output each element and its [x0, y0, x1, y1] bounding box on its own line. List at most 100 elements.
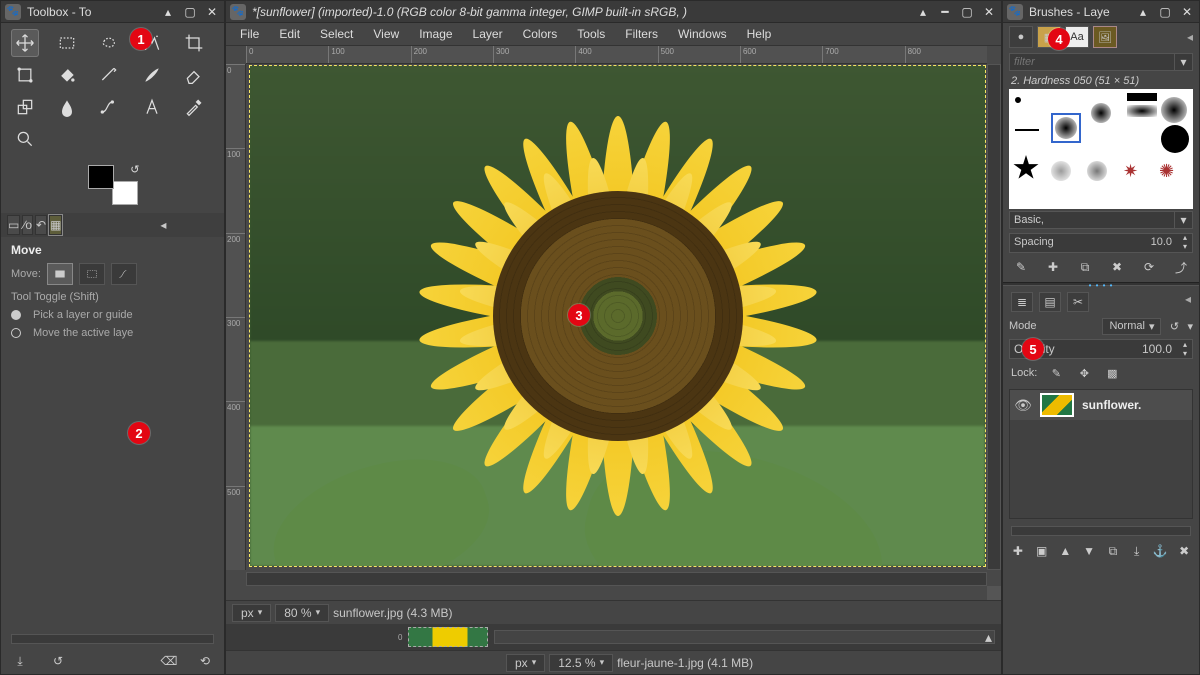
units-dropdown[interactable]: px▾: [232, 604, 271, 622]
eraser-tool[interactable]: [180, 61, 208, 89]
rollup-icon[interactable]: ▴: [915, 4, 931, 20]
delete-brush-icon[interactable]: ✖: [1107, 258, 1127, 276]
menu-windows[interactable]: Windows: [670, 25, 735, 43]
brush-grid[interactable]: ✷ ✺: [1009, 89, 1193, 209]
layers-tab-menu-icon[interactable]: ◂: [1185, 292, 1191, 312]
layer-list[interactable]: 👁 sunflower.: [1009, 389, 1193, 519]
units-dropdown-2[interactable]: px▾: [506, 654, 545, 672]
spacing-down[interactable]: ▾: [1178, 243, 1192, 252]
tab-device-status[interactable]: ∕o: [22, 215, 33, 235]
gradient-tool[interactable]: [95, 61, 123, 89]
toolbox-titlebar[interactable]: 🐾 Toolbox - To ▴ ▢ ✕: [1, 1, 224, 23]
zoom-dropdown[interactable]: 80 %▾: [275, 604, 329, 622]
swap-colors-icon[interactable]: ↺: [130, 163, 139, 176]
rollup-icon[interactable]: ▴: [160, 4, 176, 20]
menu-image[interactable]: Image: [411, 25, 460, 43]
zoom-tool[interactable]: [11, 125, 39, 153]
path-tool[interactable]: [95, 93, 123, 121]
zoom-dropdown-2[interactable]: 12.5 %▾: [549, 654, 613, 672]
text-tool[interactable]: [138, 93, 166, 121]
move-mode-path[interactable]: [111, 263, 137, 285]
transform-tool[interactable]: [11, 61, 39, 89]
menu-view[interactable]: View: [365, 25, 407, 43]
close-icon[interactable]: ✕: [981, 4, 997, 20]
canvas-area[interactable]: 0 100 200 300 400 500 600 700 800 0 100 …: [226, 46, 1001, 600]
color-picker-tool[interactable]: [180, 93, 208, 121]
image-titlebar[interactable]: 🐾 *[sunflower] (imported)-1.0 (RGB color…: [226, 1, 1001, 23]
brushes-titlebar[interactable]: 🐾 Brushes - Laye ▴ ▢ ✕: [1003, 1, 1199, 23]
color-swatches[interactable]: ↺: [88, 165, 138, 205]
scroll-arrow-icon[interactable]: ▴: [985, 629, 992, 646]
tab-menu-icon[interactable]: ◂: [1187, 30, 1193, 44]
rollup-icon[interactable]: ▴: [1135, 4, 1151, 20]
tab-images[interactable]: ▦: [49, 215, 62, 235]
menu-file[interactable]: File: [232, 25, 267, 43]
menu-layer[interactable]: Layer: [465, 25, 511, 43]
layer-thumbnail[interactable]: [1040, 393, 1074, 417]
move-mode-layer[interactable]: [47, 263, 73, 285]
lower-layer-icon[interactable]: ▼: [1080, 542, 1098, 560]
menu-help[interactable]: Help: [739, 25, 780, 43]
delete-layer-icon[interactable]: ✖: [1175, 542, 1193, 560]
bg-color-swatch[interactable]: [112, 181, 138, 205]
fg-color-swatch[interactable]: [88, 165, 114, 189]
preset-dropdown-icon[interactable]: ▾: [1175, 211, 1193, 229]
dock-separator[interactable]: • • • •: [1003, 282, 1199, 286]
layer-name[interactable]: sunflower.: [1082, 398, 1141, 412]
mode-reset-icon[interactable]: ↺: [1165, 317, 1183, 335]
brush-filter-input[interactable]: [1009, 53, 1175, 71]
layer-visibility-icon[interactable]: 👁: [1014, 397, 1032, 414]
refresh-brushes-icon[interactable]: ⟳: [1139, 258, 1159, 276]
menu-select[interactable]: Select: [312, 25, 361, 43]
canvas-v-scrollbar[interactable]: [987, 64, 1001, 570]
new-layer-icon[interactable]: ✚: [1009, 542, 1027, 560]
lock-position-icon[interactable]: ✥: [1075, 364, 1093, 382]
menu-edit[interactable]: Edit: [271, 25, 308, 43]
delete-options-icon[interactable]: ⌫: [160, 652, 178, 670]
lock-alpha-icon[interactable]: ▩: [1103, 364, 1121, 382]
new-layer-group-icon[interactable]: ▣: [1033, 542, 1051, 560]
opacity-up[interactable]: ▴: [1178, 340, 1192, 349]
ruler-vertical[interactable]: 0 100 200 300 400 500: [226, 64, 246, 570]
brush-preset-select[interactable]: Basic,: [1009, 211, 1175, 229]
open-brush-as-image-icon[interactable]: ⤴: [1171, 258, 1191, 276]
tab-layers[interactable]: ≣: [1011, 292, 1033, 312]
clone-tool[interactable]: [11, 93, 39, 121]
duplicate-layer-icon[interactable]: ⧉: [1104, 542, 1122, 560]
merge-down-icon[interactable]: ⤓: [1128, 542, 1146, 560]
radio-pick-layer[interactable]: Pick a layer or guide: [11, 309, 214, 321]
secondary-image-thumb[interactable]: [408, 627, 488, 647]
canvas-h-scrollbar[interactable]: [246, 572, 987, 586]
tab-brushes[interactable]: ●: [1009, 26, 1033, 48]
menu-filters[interactable]: Filters: [617, 25, 666, 43]
maximize-icon[interactable]: ▢: [182, 4, 198, 20]
opacity-down[interactable]: ▾: [1178, 349, 1192, 358]
tab-document-history[interactable]: 🖼: [1093, 26, 1117, 48]
smudge-tool[interactable]: [53, 93, 81, 121]
lock-pixels-icon[interactable]: ✎: [1047, 364, 1065, 382]
tab-paths[interactable]: ✂: [1067, 292, 1089, 312]
restore-options-icon[interactable]: ↺: [49, 652, 67, 670]
close-icon[interactable]: ✕: [204, 4, 220, 20]
menu-tools[interactable]: Tools: [569, 25, 613, 43]
move-mode-selection[interactable]: [79, 263, 105, 285]
horizontal-scrollbar[interactable]: [11, 634, 214, 644]
crop-tool[interactable]: [180, 29, 208, 57]
mode-dropdown[interactable]: Normal▾: [1102, 318, 1161, 335]
duplicate-brush-icon[interactable]: ⧉: [1075, 258, 1095, 276]
minimize-icon[interactable]: ━: [937, 4, 953, 20]
tab-channels[interactable]: ▤: [1039, 292, 1061, 312]
ruler-horizontal[interactable]: 0 100 200 300 400 500 600 700 800: [246, 46, 987, 64]
maximize-icon[interactable]: ▢: [959, 4, 975, 20]
layers-h-scroll[interactable]: [1011, 526, 1191, 536]
layer-item[interactable]: 👁 sunflower.: [1010, 390, 1192, 420]
radio-move-active[interactable]: Move the active laye: [11, 327, 214, 339]
raise-layer-icon[interactable]: ▲: [1057, 542, 1075, 560]
navigation-thumb[interactable]: [987, 586, 1001, 600]
save-options-icon[interactable]: ⤓: [11, 652, 29, 670]
canvas-image[interactable]: [250, 66, 985, 566]
rect-select-tool[interactable]: [53, 29, 81, 57]
spacing-field[interactable]: Spacing 10.0 ▴▾: [1009, 233, 1193, 253]
close-icon[interactable]: ✕: [1179, 4, 1195, 20]
menu-colors[interactable]: Colors: [515, 25, 566, 43]
